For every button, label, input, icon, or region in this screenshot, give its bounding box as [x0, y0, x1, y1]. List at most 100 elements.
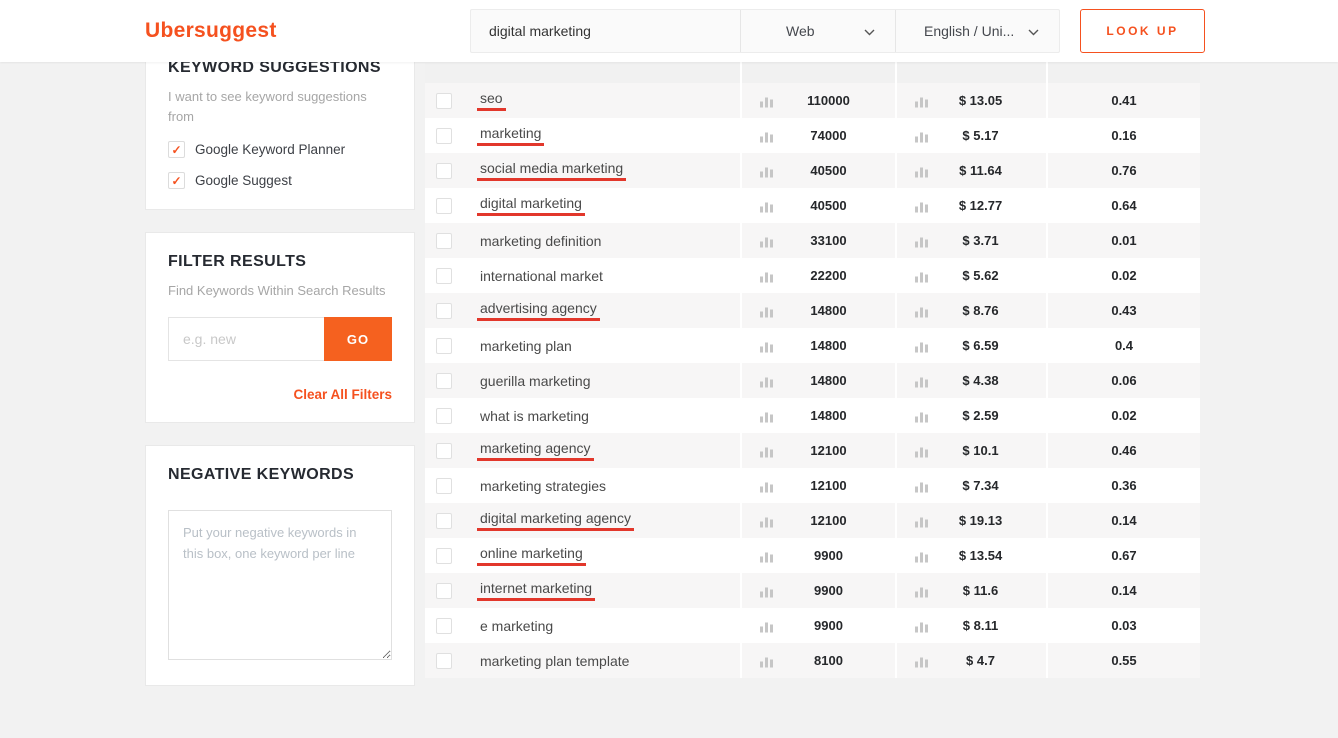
- bar-chart-icon[interactable]: [915, 304, 929, 317]
- bar-chart-icon[interactable]: [915, 409, 929, 422]
- keyword-link[interactable]: marketing: [477, 125, 544, 146]
- search-volume-value: 14800: [810, 373, 846, 388]
- keyword-link[interactable]: social media marketing: [477, 160, 626, 181]
- keyword-link[interactable]: marketing plan: [480, 338, 572, 354]
- bar-chart-icon[interactable]: [760, 269, 774, 282]
- bar-chart-icon[interactable]: [915, 164, 929, 177]
- table-row: seo 110000 $ 13.05 0.4: [425, 83, 1200, 118]
- bar-chart-icon[interactable]: [915, 199, 929, 212]
- bar-chart-icon[interactable]: [760, 164, 774, 177]
- keyword-link[interactable]: digital marketing: [477, 195, 585, 216]
- keyword-link[interactable]: marketing agency: [477, 440, 594, 461]
- row-checkbox[interactable]: [436, 128, 452, 144]
- bar-chart-icon[interactable]: [915, 514, 929, 527]
- competition-value: 0.36: [1111, 478, 1136, 493]
- checkbox[interactable]: ✓: [168, 141, 185, 158]
- bar-chart-icon[interactable]: [915, 234, 929, 247]
- ubersuggest-logo[interactable]: Ubersuggest: [145, 19, 277, 43]
- keyword-link[interactable]: guerilla marketing: [480, 373, 591, 389]
- keyword-link[interactable]: what is marketing: [480, 408, 589, 424]
- row-checkbox[interactable]: [436, 443, 452, 459]
- keyword-search-input[interactable]: [471, 10, 740, 52]
- bar-chart-icon[interactable]: [915, 549, 929, 562]
- source-checkbox-row[interactable]: ✓ Google Keyword Planner: [168, 141, 392, 158]
- row-checkbox[interactable]: [436, 548, 452, 564]
- competition-value: 0.16: [1111, 128, 1136, 143]
- keyword-link[interactable]: advertising agency: [477, 300, 600, 321]
- cpc-value: $ 3.71: [962, 233, 998, 248]
- cpc-value: $ 7.34: [962, 478, 998, 493]
- source-checkbox-row[interactable]: ✓ Google Suggest: [168, 172, 392, 189]
- bar-chart-icon[interactable]: [760, 339, 774, 352]
- keyword-cell: e marketing: [462, 608, 740, 643]
- keyword-link[interactable]: marketing plan template: [480, 653, 629, 669]
- negative-keywords-textarea[interactable]: [168, 510, 392, 660]
- bar-chart-icon[interactable]: [915, 94, 929, 107]
- table-row: social media marketing 40500 $ 11.64: [425, 153, 1200, 188]
- bar-chart-icon[interactable]: [760, 129, 774, 142]
- volume-cell: 33100: [740, 223, 895, 258]
- bar-chart-icon[interactable]: [915, 269, 929, 282]
- keyword-link[interactable]: online marketing: [477, 545, 586, 566]
- bar-chart-icon[interactable]: [760, 584, 774, 597]
- go-button[interactable]: GO: [324, 317, 392, 361]
- clear-all-filters-link[interactable]: Clear All Filters: [168, 387, 392, 402]
- table-row: what is marketing 14800 $ 2.59: [425, 398, 1200, 433]
- competition-cell: 0.01: [1046, 223, 1200, 258]
- bar-chart-icon[interactable]: [760, 409, 774, 422]
- keyword-link[interactable]: e marketing: [480, 618, 553, 634]
- row-checkbox[interactable]: [436, 373, 452, 389]
- language-select[interactable]: English / Uni...: [895, 10, 1059, 52]
- bar-chart-icon[interactable]: [915, 444, 929, 457]
- keyword-link[interactable]: seo: [477, 90, 506, 111]
- bar-chart-icon[interactable]: [760, 304, 774, 317]
- cpc-cell: $ 4.7: [895, 643, 1046, 678]
- bar-chart-icon[interactable]: [760, 234, 774, 247]
- row-checkbox[interactable]: [436, 338, 452, 354]
- row-checkbox[interactable]: [436, 198, 452, 214]
- row-checkbox[interactable]: [436, 93, 452, 109]
- bar-chart-icon[interactable]: [760, 94, 774, 107]
- bar-chart-icon[interactable]: [915, 654, 929, 667]
- row-checkbox[interactable]: [436, 478, 452, 494]
- row-checkbox[interactable]: [436, 303, 452, 319]
- row-checkbox[interactable]: [436, 513, 452, 529]
- keyword-link[interactable]: international market: [480, 268, 603, 284]
- bar-chart-icon[interactable]: [760, 374, 774, 387]
- row-checkbox[interactable]: [436, 583, 452, 599]
- volume-cell: 74000: [740, 118, 895, 153]
- bar-chart-icon[interactable]: [915, 129, 929, 142]
- bar-chart-icon[interactable]: [915, 339, 929, 352]
- bar-chart-icon[interactable]: [760, 444, 774, 457]
- checkbox[interactable]: ✓: [168, 172, 185, 189]
- keyword-link[interactable]: internet marketing: [477, 580, 595, 601]
- row-checkbox-cell: [425, 643, 462, 678]
- keyword-link[interactable]: digital marketing agency: [477, 510, 634, 531]
- row-checkbox[interactable]: [436, 268, 452, 284]
- competition-cell: 0.16: [1046, 118, 1200, 153]
- keyword-link[interactable]: marketing definition: [480, 233, 601, 249]
- row-checkbox[interactable]: [436, 233, 452, 249]
- row-checkbox[interactable]: [436, 653, 452, 669]
- bar-chart-icon[interactable]: [760, 619, 774, 632]
- keyword-suggestions-card: KEYWORD SUGGESTIONS I want to see keywor…: [145, 38, 415, 210]
- bar-chart-icon[interactable]: [760, 514, 774, 527]
- cpc-value: $ 12.77: [959, 198, 1002, 213]
- row-checkbox[interactable]: [436, 408, 452, 424]
- bar-chart-icon[interactable]: [760, 549, 774, 562]
- bar-chart-icon[interactable]: [915, 374, 929, 387]
- bar-chart-icon[interactable]: [915, 619, 929, 632]
- bar-chart-icon[interactable]: [760, 199, 774, 212]
- row-checkbox[interactable]: [436, 618, 452, 634]
- filter-keyword-input[interactable]: [168, 317, 324, 361]
- search-type-select[interactable]: Web: [740, 10, 895, 52]
- row-checkbox[interactable]: [436, 163, 452, 179]
- bar-chart-icon[interactable]: [915, 584, 929, 597]
- bar-chart-icon[interactable]: [760, 654, 774, 667]
- bar-chart-icon[interactable]: [915, 479, 929, 492]
- row-checkbox-cell: [425, 328, 462, 363]
- bar-chart-icon[interactable]: [760, 479, 774, 492]
- keyword-link[interactable]: marketing strategies: [480, 478, 606, 494]
- volume-cell: 14800: [740, 363, 895, 398]
- look-up-button[interactable]: LOOK UP: [1080, 9, 1205, 53]
